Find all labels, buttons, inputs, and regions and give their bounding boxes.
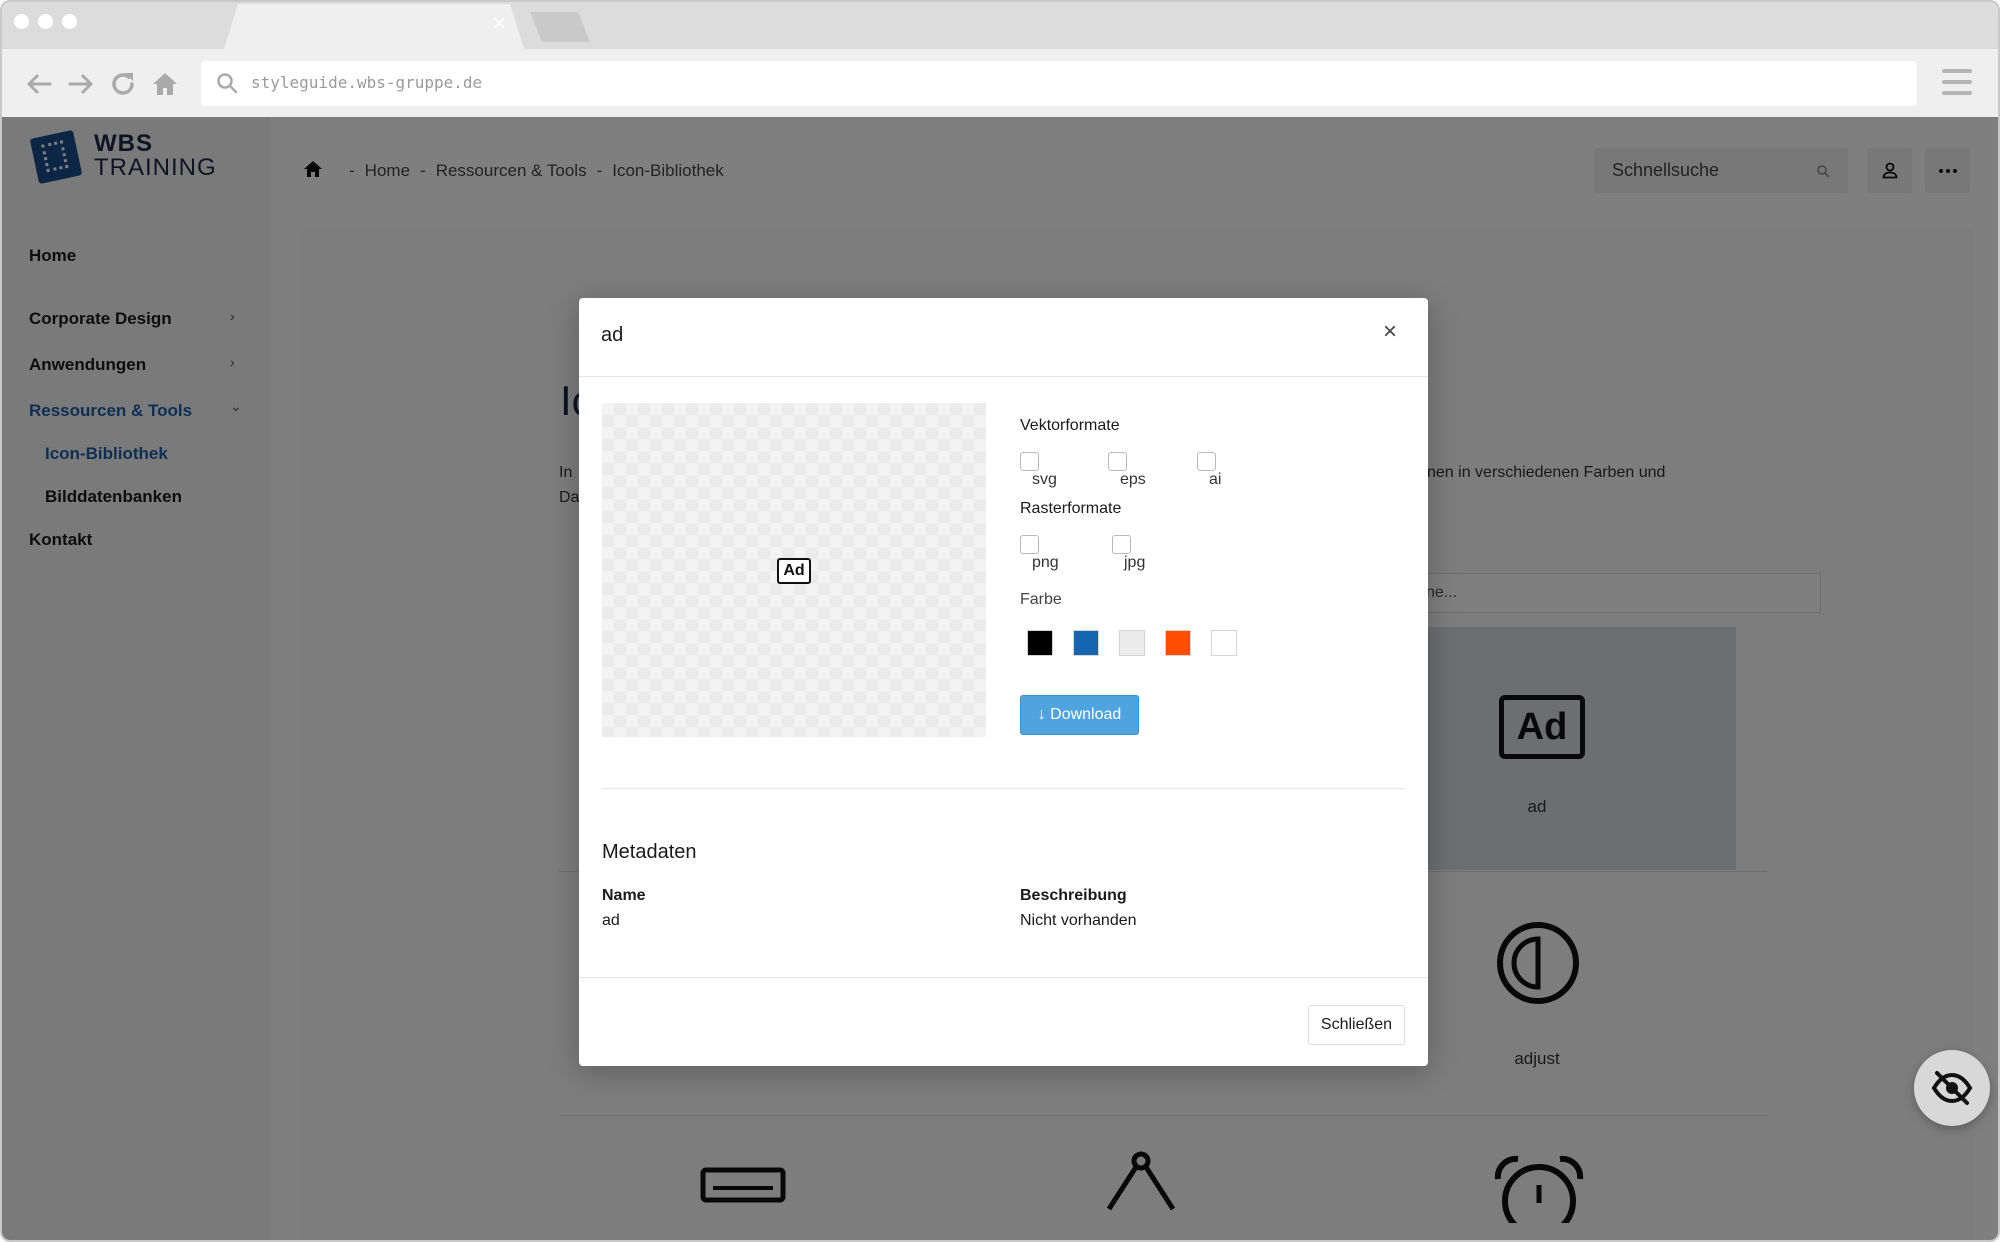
window-maximize-dot[interactable] xyxy=(62,14,77,29)
new-tab-button[interactable] xyxy=(530,12,590,42)
browser-toolbar: styleguide.wbs-gruppe.de xyxy=(2,49,1998,117)
raster-formats-label: Rasterformate xyxy=(1020,500,1122,517)
modal-title: ad xyxy=(601,324,624,346)
metadata-title: Metadaten xyxy=(602,841,697,863)
tab-close-icon[interactable]: × xyxy=(492,12,506,36)
url-text[interactable]: styleguide.wbs-gruppe.de xyxy=(251,73,482,92)
color-label: Farbe xyxy=(1020,591,1062,608)
back-icon[interactable] xyxy=(24,69,54,99)
download-button[interactable]: ↓ Download xyxy=(1020,695,1139,735)
visibility-toggle-button[interactable] xyxy=(1914,1050,1990,1126)
color-swatch-light-gray[interactable] xyxy=(1119,630,1145,656)
checkbox-svg[interactable]: svg xyxy=(1020,452,1057,489)
color-swatch-black[interactable] xyxy=(1027,630,1053,656)
window-close-dot[interactable] xyxy=(14,14,29,29)
reload-icon[interactable] xyxy=(108,69,138,99)
metadata-name-key: Name xyxy=(602,887,646,904)
address-bar[interactable]: styleguide.wbs-gruppe.de xyxy=(201,61,1917,106)
home-icon[interactable] xyxy=(150,69,180,99)
tab-bar: × xyxy=(2,2,1998,49)
checkbox-jpg[interactable]: jpg xyxy=(1112,535,1145,572)
eye-slash-icon xyxy=(1931,1071,1973,1105)
download-label: Download xyxy=(1050,706,1122,723)
icon-preview: Ad xyxy=(602,403,986,737)
ad-icon: Ad xyxy=(777,558,811,584)
browser-tab-active[interactable] xyxy=(224,4,524,49)
metadata-description-key: Beschreibung xyxy=(1020,887,1127,904)
checkbox-eps[interactable]: eps xyxy=(1108,452,1146,489)
icon-detail-modal: ad × Ad Vektorformate svg eps ai Rasterf… xyxy=(579,298,1428,1066)
menu-icon[interactable] xyxy=(1942,69,1972,95)
color-swatch-white[interactable] xyxy=(1211,630,1237,656)
arrow-down-icon: ↓ xyxy=(1037,706,1046,723)
color-swatch-blue[interactable] xyxy=(1073,630,1099,656)
close-icon[interactable]: × xyxy=(1378,320,1402,344)
vector-formats-label: Vektorformate xyxy=(1020,417,1120,434)
close-modal-button[interactable]: Schließen xyxy=(1308,1005,1405,1045)
checkbox-png[interactable]: png xyxy=(1020,535,1059,572)
forward-icon[interactable] xyxy=(66,69,96,99)
search-icon xyxy=(215,71,239,95)
metadata-description-value: Nicht vorhanden xyxy=(1020,912,1137,929)
modal-footer: Schließen xyxy=(579,977,1428,1066)
color-swatch-orange[interactable] xyxy=(1165,630,1191,656)
browser-window: × styleguide.wbs-gruppe.de WB xyxy=(0,0,2000,1242)
divider xyxy=(602,788,1405,789)
checkbox-ai[interactable]: ai xyxy=(1197,452,1221,489)
window-minimize-dot[interactable] xyxy=(38,14,53,29)
modal-header: ad × xyxy=(579,298,1428,377)
metadata-name-value: ad xyxy=(602,912,620,929)
